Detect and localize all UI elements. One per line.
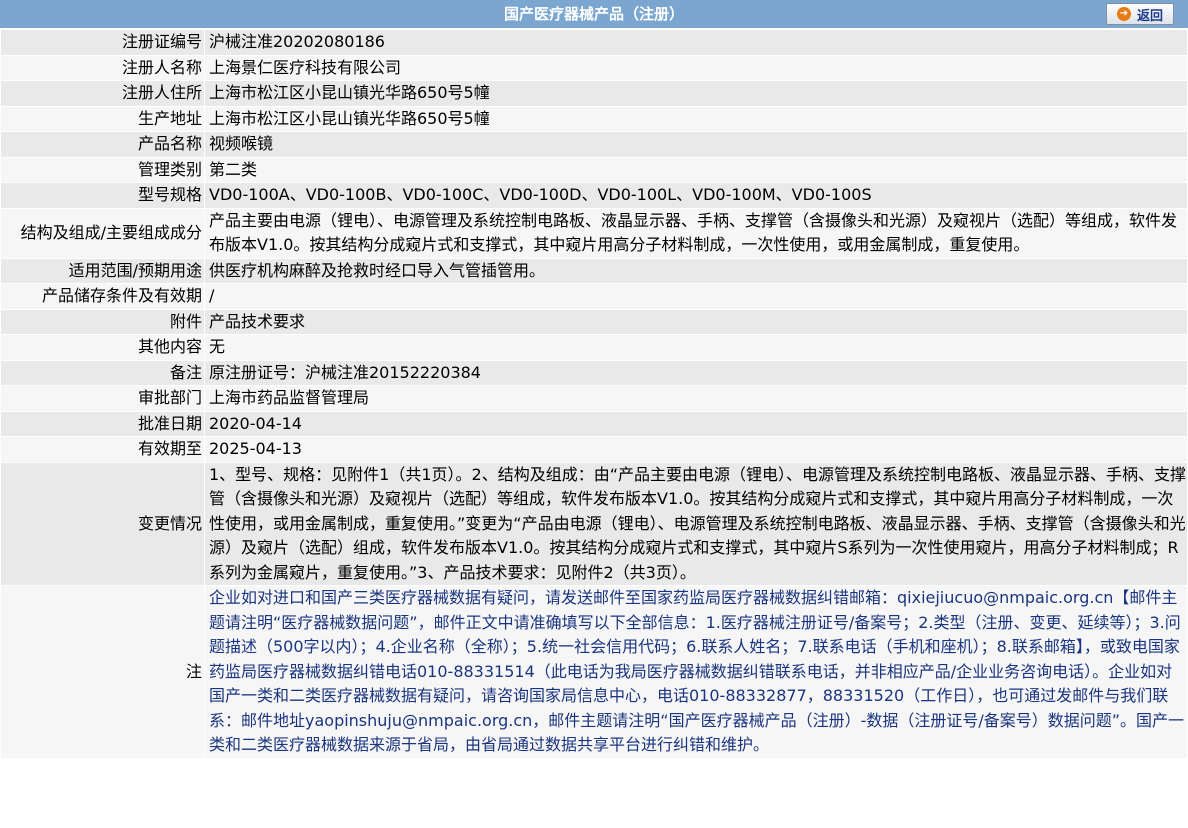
field-value: 上海景仁医疗科技有限公司 bbox=[204, 54, 1188, 81]
row-intended-use: 适用范围/预期用途 供医疗机构麻醉及抢救时经口导入气管插管用。 bbox=[0, 257, 1188, 284]
row-registration-no: 注册证编号 沪械注准20202080186 bbox=[0, 29, 1188, 56]
registration-detail-page: 国产医疗器械产品（注册） ➔ 返回 注册证编号 沪械注准20202080186 … bbox=[0, 0, 1188, 828]
field-value: 供医疗机构麻醉及抢救时经口导入气管插管用。 bbox=[204, 257, 1188, 284]
field-value: 上海市药品监督管理局 bbox=[204, 385, 1188, 412]
note-text: 企业如对进口和国产三类医疗器械数据有疑问，请发送邮件至国家药监局医疗器械数据纠错… bbox=[204, 585, 1188, 759]
field-label: 备注 bbox=[0, 359, 205, 386]
field-value: 2025-04-13 bbox=[204, 436, 1188, 463]
field-label: 注册人住所 bbox=[0, 80, 205, 107]
row-production-address: 生产地址 上海市松江区小昆山镇光华路650号5幢 bbox=[0, 105, 1188, 132]
field-label: 结构及组成/主要组成成分 bbox=[0, 207, 205, 259]
back-button-label: 返回 bbox=[1136, 8, 1163, 24]
row-structure-composition: 结构及组成/主要组成成分 产品主要由电源（锂电）、电源管理及系统控制电路板、液晶… bbox=[0, 207, 1188, 259]
field-value: 上海市松江区小昆山镇光华路650号5幢 bbox=[204, 80, 1188, 107]
row-management-class: 管理类别 第二类 bbox=[0, 156, 1188, 183]
row-remarks: 备注 原注册证号：沪械注准20152220384 bbox=[0, 359, 1188, 386]
row-product-name: 产品名称 视频喉镜 bbox=[0, 131, 1188, 158]
field-label: 注 bbox=[0, 585, 205, 759]
field-value: 2020-04-14 bbox=[204, 410, 1188, 437]
field-value: VD0-100A、VD0-100B、VD0-100C、VD0-100D、VD0-… bbox=[204, 182, 1188, 209]
field-label: 变更情况 bbox=[0, 461, 205, 586]
title-bar: 国产医疗器械产品（注册） ➔ 返回 bbox=[0, 0, 1188, 29]
field-label: 注册证编号 bbox=[0, 29, 205, 56]
field-value: 上海市松江区小昆山镇光华路650号5幢 bbox=[204, 105, 1188, 132]
field-label: 附件 bbox=[0, 308, 205, 335]
detail-table: 注册证编号 沪械注准20202080186 注册人名称 上海景仁医疗科技有限公司… bbox=[0, 29, 1188, 759]
field-label: 审批部门 bbox=[0, 385, 205, 412]
field-label: 型号规格 bbox=[0, 182, 205, 209]
row-valid-until: 有效期至 2025-04-13 bbox=[0, 436, 1188, 463]
field-value: 产品技术要求 bbox=[204, 308, 1188, 335]
field-value: 1、型号、规格：见附件1（共1页）。2、结构及组成：由“产品主要由电源（锂电）、… bbox=[204, 461, 1188, 586]
row-storage-validity: 产品储存条件及有效期 / bbox=[0, 283, 1188, 310]
row-approval-dept: 审批部门 上海市药品监督管理局 bbox=[0, 385, 1188, 412]
row-attachment: 附件 产品技术要求 bbox=[0, 308, 1188, 335]
row-change-history: 变更情况 1、型号、规格：见附件1（共1页）。2、结构及组成：由“产品主要由电源… bbox=[0, 461, 1188, 586]
row-note: 注 企业如对进口和国产三类医疗器械数据有疑问，请发送邮件至国家药监局医疗器械数据… bbox=[0, 585, 1188, 759]
field-label: 注册人名称 bbox=[0, 54, 205, 81]
field-value: 产品主要由电源（锂电）、电源管理及系统控制电路板、液晶显示器、手柄、支撑管（含摄… bbox=[204, 207, 1188, 259]
field-label: 适用范围/预期用途 bbox=[0, 257, 205, 284]
page-title: 国产医疗器械产品（注册） bbox=[503, 5, 684, 23]
field-label: 生产地址 bbox=[0, 105, 205, 132]
back-button[interactable]: ➔ 返回 bbox=[1106, 3, 1174, 25]
field-value: 沪械注准20202080186 bbox=[204, 29, 1188, 56]
arrow-right-icon: ➔ bbox=[1116, 7, 1131, 21]
field-label: 产品名称 bbox=[0, 131, 205, 158]
field-label: 其他内容 bbox=[0, 334, 205, 361]
row-model-spec: 型号规格 VD0-100A、VD0-100B、VD0-100C、VD0-100D… bbox=[0, 182, 1188, 209]
field-value: 视频喉镜 bbox=[204, 131, 1188, 158]
row-registrant-name: 注册人名称 上海景仁医疗科技有限公司 bbox=[0, 54, 1188, 81]
field-label: 产品储存条件及有效期 bbox=[0, 283, 205, 310]
field-value: 无 bbox=[204, 334, 1188, 361]
field-label: 批准日期 bbox=[0, 410, 205, 437]
field-value: 原注册证号：沪械注准20152220384 bbox=[204, 359, 1188, 386]
row-other-content: 其他内容 无 bbox=[0, 334, 1188, 361]
field-value: 第二类 bbox=[204, 156, 1188, 183]
field-value: / bbox=[204, 283, 1188, 310]
row-registrant-address: 注册人住所 上海市松江区小昆山镇光华路650号5幢 bbox=[0, 80, 1188, 107]
field-label: 管理类别 bbox=[0, 156, 205, 183]
row-approval-date: 批准日期 2020-04-14 bbox=[0, 410, 1188, 437]
field-label: 有效期至 bbox=[0, 436, 205, 463]
